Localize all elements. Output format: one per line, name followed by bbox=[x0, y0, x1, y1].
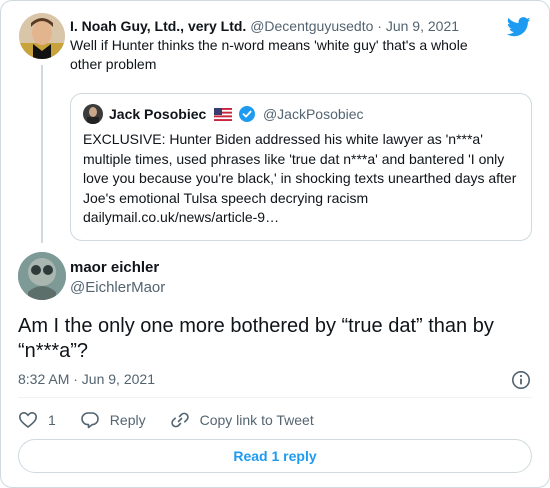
info-icon[interactable] bbox=[511, 370, 531, 390]
tweet-embed-card: I. Noah Guy, Ltd., very Ltd. @Decentguyu… bbox=[0, 0, 550, 488]
thread-connector-line bbox=[41, 65, 43, 243]
quoted-tweet[interactable]: Jack Posobiec @JackPosobiec EXCLUSIVE: H… bbox=[70, 93, 532, 241]
reply-avatar[interactable] bbox=[18, 252, 66, 300]
reply-tweet-text: Am I the only one more bothered by “true… bbox=[18, 315, 494, 362]
copy-link-label: Copy link to Tweet bbox=[199, 412, 314, 428]
quoted-tweet-text: EXCLUSIVE: Hunter Biden addressed his wh… bbox=[83, 130, 523, 228]
reply-display-name[interactable]: maor eichler bbox=[70, 259, 159, 276]
heart-icon bbox=[18, 411, 38, 429]
parent-header: I. Noah Guy, Ltd., very Ltd. @Decentguyu… bbox=[70, 18, 459, 34]
reply-button[interactable]: Reply bbox=[80, 410, 146, 430]
quoted-avatar[interactable] bbox=[83, 104, 103, 124]
reply-label: Reply bbox=[109, 412, 146, 428]
parent-tweet-text: Well if Hunter thinks the n-word means '… bbox=[70, 37, 468, 72]
quoted-header: Jack Posobiec @JackPosobiec bbox=[109, 106, 364, 122]
reply-icon bbox=[80, 412, 99, 429]
action-bar: 1 Reply Copy link to Tweet bbox=[18, 409, 338, 431]
separator-dot: · bbox=[377, 18, 382, 34]
like-button[interactable]: 1 bbox=[18, 410, 56, 430]
link-icon bbox=[170, 412, 189, 428]
parent-avatar[interactable] bbox=[19, 13, 65, 59]
quoted-link[interactable]: dailymail.co.uk/news/article-9… bbox=[83, 209, 279, 225]
parent-date[interactable]: Jun 9, 2021 bbox=[386, 18, 459, 34]
like-count: 1 bbox=[48, 412, 56, 428]
parent-handle[interactable]: @Decentguyusedto bbox=[250, 18, 373, 34]
read-replies-label: Read 1 reply bbox=[233, 448, 317, 464]
read-replies-button[interactable]: Read 1 reply bbox=[18, 439, 532, 473]
copy-link-button[interactable]: Copy link to Tweet bbox=[170, 410, 314, 430]
twitter-bird-icon[interactable] bbox=[507, 17, 531, 37]
reply-timestamp[interactable]: 8:32 AM · Jun 9, 2021 bbox=[18, 371, 155, 387]
divider bbox=[18, 397, 532, 398]
us-flag-icon bbox=[214, 108, 233, 121]
parent-display-name[interactable]: I. Noah Guy, Ltd., very Ltd. bbox=[70, 18, 246, 34]
reply-handle[interactable]: @EichlerMaor bbox=[70, 279, 165, 296]
verified-badge-icon bbox=[239, 106, 256, 122]
quoted-display-name[interactable]: Jack Posobiec bbox=[109, 106, 206, 122]
quoted-handle[interactable]: @JackPosobiec bbox=[263, 106, 364, 122]
quoted-body: EXCLUSIVE: Hunter Biden addressed his wh… bbox=[83, 131, 517, 206]
